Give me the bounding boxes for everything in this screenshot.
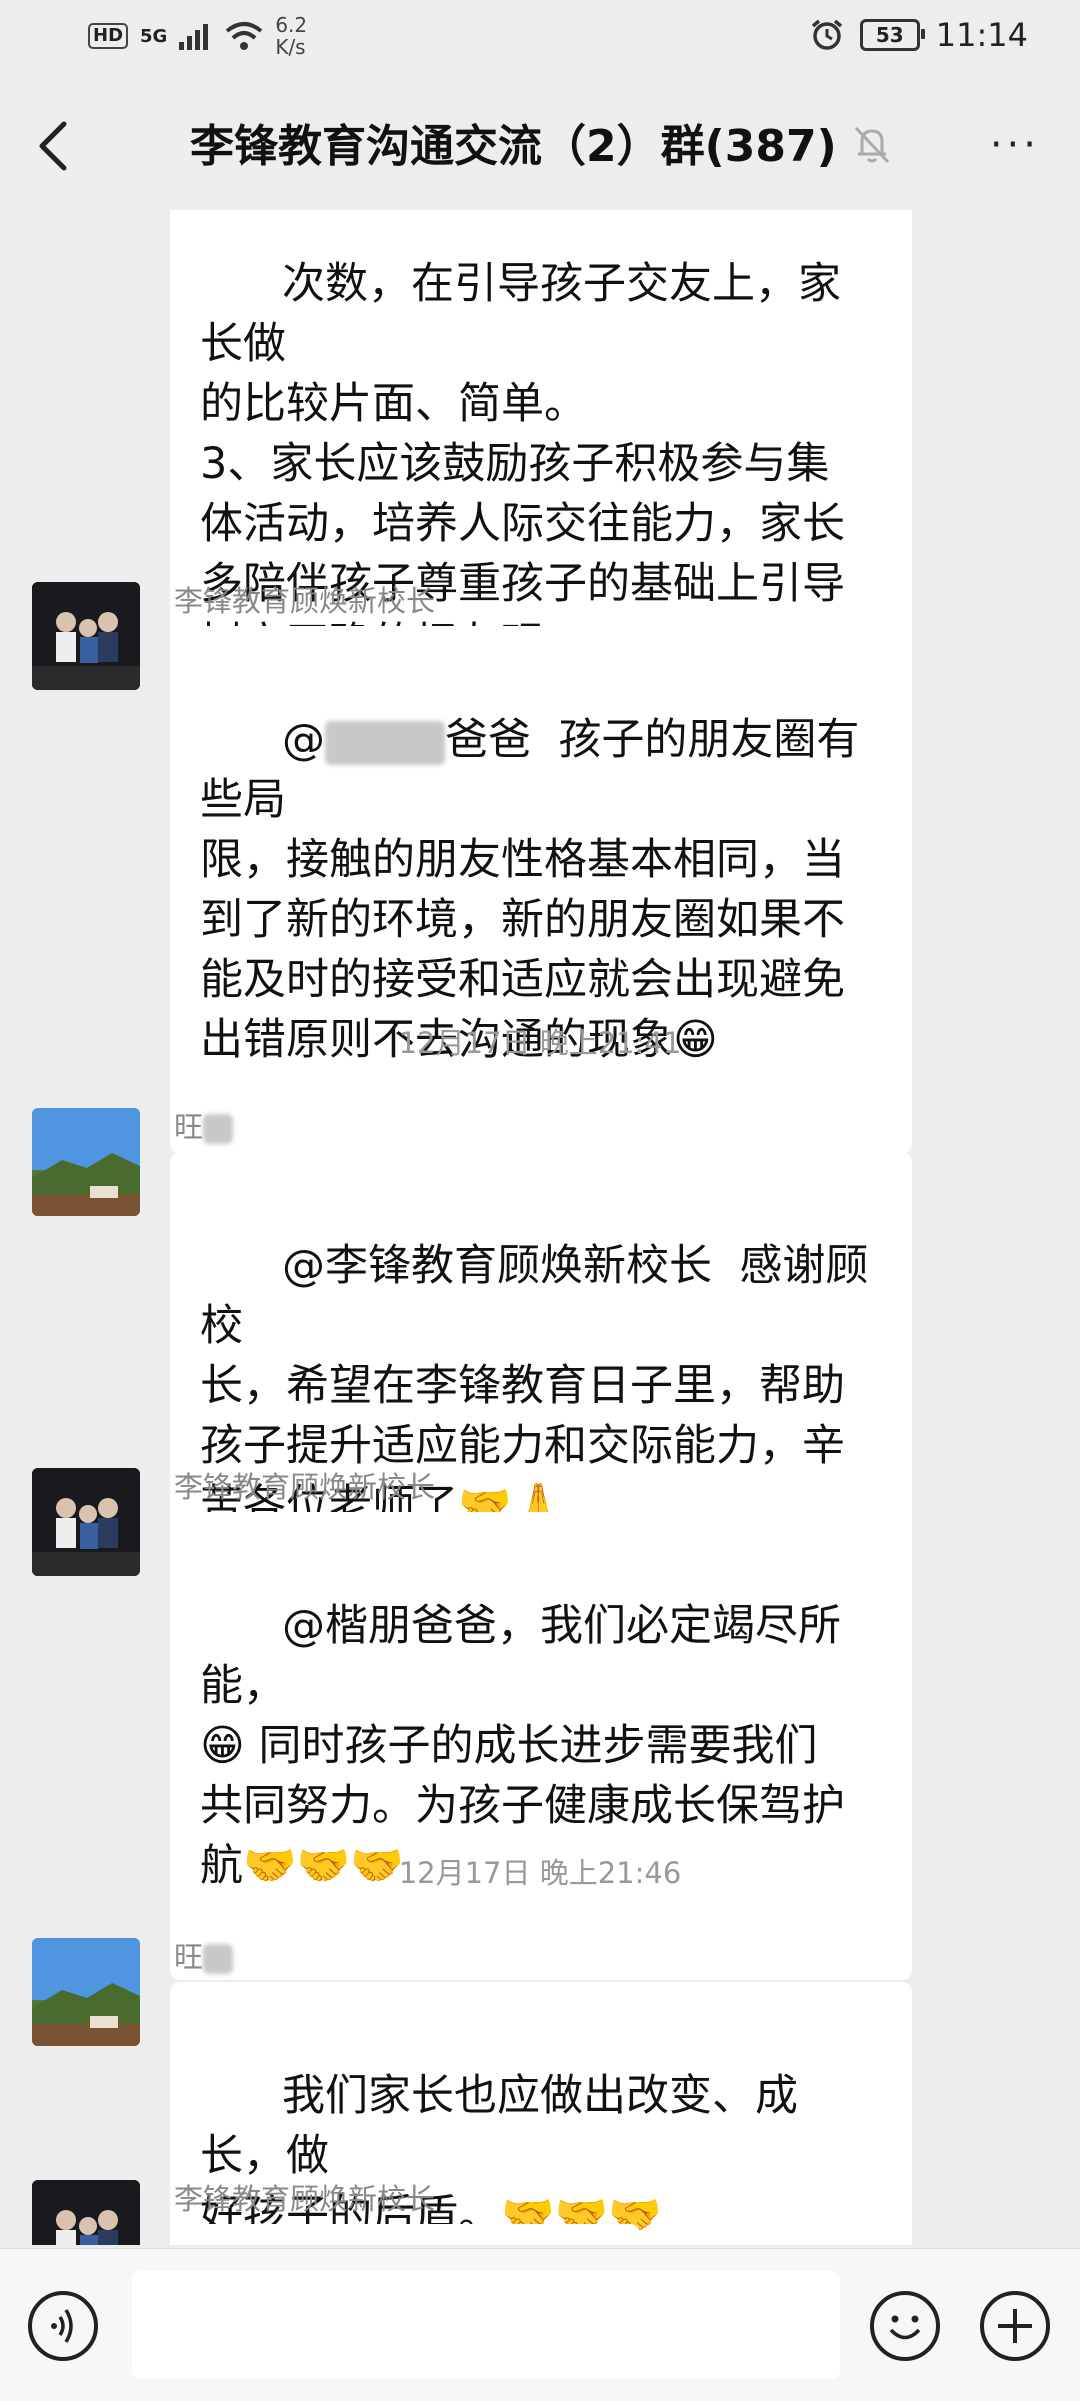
message-text: 爸爸 孩子的朋友圈有些局 限，接触的朋友性格基本相同，当 到了新的环境，新的朋友…: [200, 715, 860, 1065]
wifi-icon: [226, 22, 263, 50]
nav-bar: 李锋教育沟通交流（2）群(387) ···: [0, 80, 1080, 210]
more-options-button[interactable]: ···: [990, 125, 1040, 165]
status-bar: HD 5G 6.2 K/s 53 11:14: [0, 0, 1080, 80]
message-input[interactable]: [132, 2271, 840, 2379]
avatar[interactable]: [32, 1938, 140, 2046]
hd-badge: HD: [88, 23, 129, 49]
voice-icon: [51, 2309, 73, 2343]
message-bubble[interactable]: [170, 2224, 640, 2245]
redacted-name: [203, 1114, 234, 1144]
redacted-name: [203, 1944, 234, 1974]
timestamp: 12月17日 晚上21:46: [398, 1856, 682, 1890]
voice-button[interactable]: [28, 2291, 98, 2361]
network-label: 5G: [140, 25, 168, 47]
sender-name: 李锋教育顾焕新校长: [174, 2182, 436, 2216]
sender-name: 旺: [174, 1104, 234, 1146]
sender-name: 李锋教育顾焕新校长: [174, 1470, 436, 1504]
avatar-image: [32, 1468, 140, 1576]
avatar-image: [32, 1108, 140, 1216]
message-text: @楷朋爸爸，我们必定竭尽所能， 😁 同时孩子的成长进步需要我们 共同努力。为孩子…: [200, 1601, 845, 1891]
avatar-image: [32, 582, 140, 690]
muted-bell-icon: [854, 126, 890, 164]
more-functions-button[interactable]: [980, 2291, 1050, 2361]
chat-title: 李锋教育沟通交流（2）群(387): [190, 121, 837, 172]
avatar-image: [32, 2180, 140, 2245]
sender-name: 旺: [174, 1934, 234, 1976]
message-bubble[interactable]: @ 爸爸 孩子的朋友圈有些局 限，接触的朋友性格基本相同，当 到了新的环境，新的朋…: [170, 626, 912, 1154]
network-speed: 6.2 K/s: [275, 14, 307, 58]
emoji-button[interactable]: [870, 2291, 940, 2361]
clock: 11:14: [935, 16, 1028, 54]
signal-icon: [179, 24, 209, 50]
smiley-icon: [889, 2315, 921, 2340]
back-icon[interactable]: [30, 116, 80, 176]
avatar[interactable]: [32, 1108, 140, 1216]
mention-prefix: @: [282, 715, 326, 765]
avatar[interactable]: [32, 1468, 140, 1576]
speed-unit: K/s: [275, 35, 306, 59]
status-right: 53 11:14: [810, 16, 1028, 54]
timestamp: 12月17日 晚上21:41: [398, 1026, 682, 1060]
avatar[interactable]: [32, 2180, 140, 2245]
avatar-image: [32, 1938, 140, 2046]
alarm-icon: [811, 19, 842, 50]
status-left: HD 5G 6.2 K/s: [88, 14, 307, 58]
input-bar: [0, 2248, 1080, 2401]
speed-value: 6.2: [275, 13, 308, 37]
chat-area[interactable]: 次数，在引导孩子交友上，家长做 的比较片面、简单。 3、家长应该鼓励孩子积极参与…: [0, 210, 1080, 2245]
message-bubble[interactable]: @楷朋爸爸，我们必定竭尽所能， 😁 同时孩子的成长进步需要我们 共同努力。为孩子…: [170, 1512, 912, 1980]
avatar[interactable]: [32, 582, 140, 690]
battery-icon: 53: [859, 19, 925, 51]
redacted-name: [325, 720, 446, 765]
sender-name: 李锋教育顾焕新校长: [174, 584, 436, 618]
